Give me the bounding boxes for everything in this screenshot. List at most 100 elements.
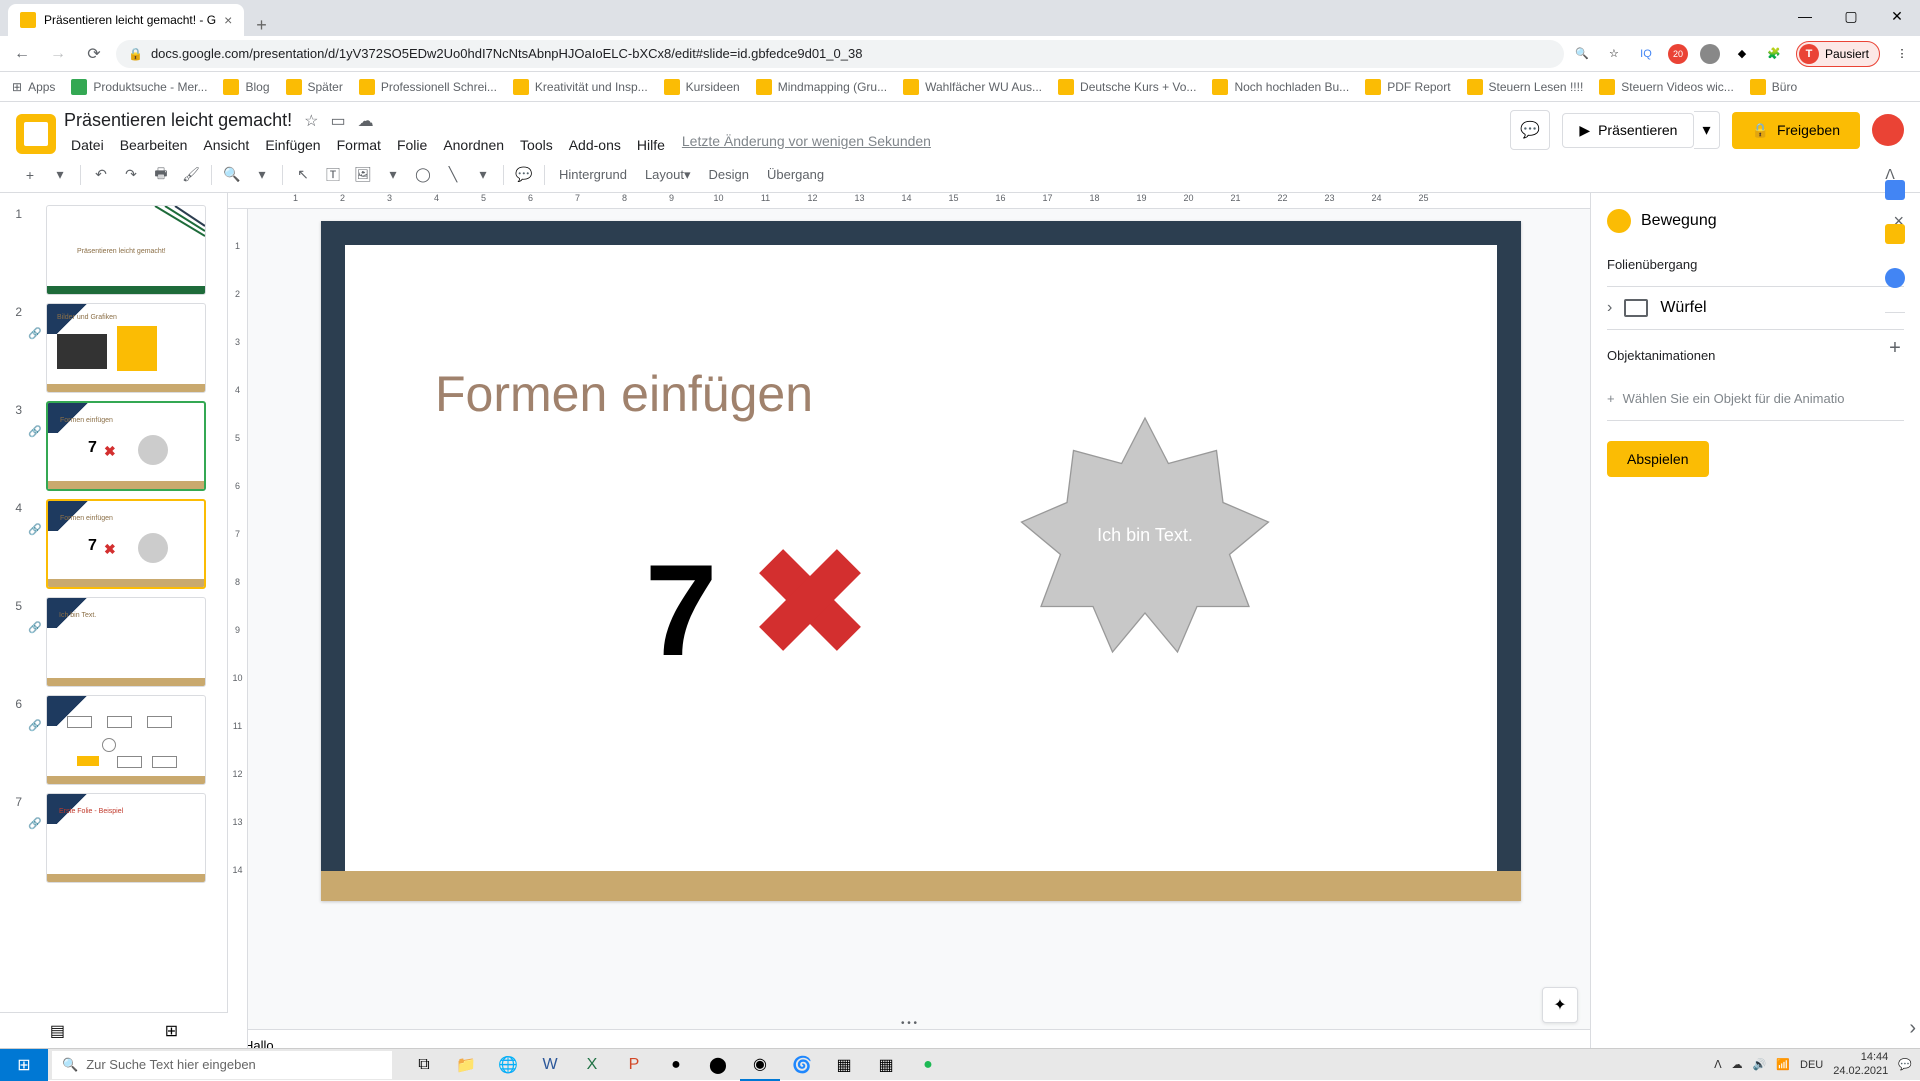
bookmark-item[interactable]: Kursideen — [664, 79, 740, 95]
slide-canvas[interactable]: Formen einfügen 7 Ich bin Text. — [321, 221, 1521, 901]
print-button[interactable]: 🖶 — [147, 161, 175, 189]
red-cross-shape[interactable] — [765, 555, 855, 645]
slides-logo[interactable] — [16, 114, 56, 154]
menu-bearbeiten[interactable]: Bearbeiten — [113, 133, 195, 157]
chrome-icon[interactable]: ◉ — [740, 1049, 780, 1081]
present-button[interactable]: ▶ Präsentieren — [1562, 113, 1694, 148]
slide-thumbnail-4[interactable]: 4 🔗 Formen einfügen 7 ✖ — [0, 495, 227, 593]
zoom-button[interactable]: 🔍 — [218, 161, 246, 189]
comments-button[interactable]: 💬 — [1510, 110, 1550, 150]
image-tool[interactable]: 🖼 — [349, 161, 377, 189]
menu-hilfe[interactable]: Hilfe — [630, 133, 672, 157]
share-button[interactable]: 🔒 Freigeben — [1732, 112, 1860, 149]
star-icon[interactable]: ☆ — [304, 111, 318, 131]
slide-thumbnail-7[interactable]: 7 🔗 Erste Folie - Beispiel — [0, 789, 227, 887]
menu-anordnen[interactable]: Anordnen — [436, 133, 511, 157]
bookmark-item[interactable]: Steuern Videos wic... — [1599, 79, 1734, 95]
play-button[interactable]: Abspielen — [1607, 441, 1709, 477]
extension-icon-2[interactable]: 20 — [1668, 44, 1688, 64]
extension-icon-4[interactable]: ◆ — [1732, 44, 1752, 64]
slide-thumbnail-1[interactable]: 1 Präsentieren leicht gemacht! — [0, 201, 227, 299]
slide-thumbnail-2[interactable]: 2 🔗 Bilder und Grafiken — [0, 299, 227, 397]
bookmark-item[interactable]: Noch hochladen Bu... — [1212, 79, 1349, 95]
menu-einfuegen[interactable]: Einfügen — [258, 133, 327, 157]
line-tool[interactable]: ╲ — [439, 161, 467, 189]
menu-tools[interactable]: Tools — [513, 133, 560, 157]
minimize-icon[interactable]: — — [1782, 0, 1828, 32]
slide-heading[interactable]: Formen einfügen — [435, 365, 813, 423]
transition-row[interactable]: › Würfel — [1607, 286, 1904, 330]
address-bar[interactable]: 🔒 docs.google.com/presentation/d/1yV372S… — [116, 40, 1564, 68]
bookmark-item[interactable]: Später — [286, 79, 343, 95]
bookmark-item[interactable]: Steuern Lesen !!!! — [1467, 79, 1584, 95]
cloud-icon[interactable]: ☁ — [358, 111, 374, 131]
add-addon-icon[interactable]: + — [1885, 337, 1905, 357]
bookmark-item[interactable]: Blog — [223, 79, 269, 95]
last-edit-link[interactable]: Letzte Änderung vor wenigen Sekunden — [682, 133, 931, 157]
network-icon[interactable]: 📶 — [1776, 1058, 1790, 1071]
clock[interactable]: 14:44 24.02.2021 — [1833, 1051, 1888, 1077]
keep-icon[interactable] — [1885, 224, 1905, 244]
bookmark-item[interactable]: Deutsche Kurs + Vo... — [1058, 79, 1196, 95]
bookmark-item[interactable]: Büro — [1750, 79, 1797, 95]
transition-button[interactable]: Übergang — [759, 161, 832, 189]
move-icon[interactable]: ▭ — [330, 111, 345, 131]
app-icon-2[interactable]: ▦ — [824, 1049, 864, 1081]
grid-view-icon[interactable]: ⊞ — [165, 1021, 178, 1041]
maximize-icon[interactable]: ▢ — [1828, 0, 1874, 32]
app-icon[interactable]: ● — [656, 1049, 696, 1081]
paint-format-button[interactable]: 🖌 — [177, 161, 205, 189]
redo-button[interactable]: ↷ — [117, 161, 145, 189]
zoom-icon[interactable]: 🔍 — [1572, 44, 1592, 64]
filmstrip-view-icon[interactable]: ▤ — [50, 1021, 65, 1041]
profile-badge[interactable]: T Pausiert — [1796, 41, 1880, 67]
bookmark-item[interactable]: Kreativität und Insp... — [513, 79, 648, 95]
extension-icon-3[interactable] — [1700, 44, 1720, 64]
tasks-icon[interactable] — [1885, 268, 1905, 288]
shape-tool[interactable]: ◯ — [409, 161, 437, 189]
background-button[interactable]: Hintergrund — [551, 161, 635, 189]
search-box[interactable]: 🔍 Zur Suche Text hier eingeben — [52, 1051, 392, 1079]
volume-icon[interactable]: 🔊 — [1753, 1058, 1767, 1071]
new-slide-button[interactable]: + — [16, 161, 44, 189]
explorer-icon[interactable]: 📁 — [446, 1049, 486, 1081]
bookmark-item[interactable]: Produktsuche - Mer... — [71, 79, 207, 95]
obs-icon[interactable]: ⬤ — [698, 1049, 738, 1081]
slide-thumbnail-5[interactable]: 5 🔗 Ich bin Text. — [0, 593, 227, 691]
apps-button[interactable]: ⊞Apps — [12, 80, 55, 94]
menu-format[interactable]: Format — [330, 133, 388, 157]
back-button[interactable]: ← — [8, 40, 36, 68]
zoom-dropdown[interactable]: ▾ — [248, 161, 276, 189]
word-icon[interactable]: W — [530, 1049, 570, 1081]
document-title[interactable]: Präsentieren leicht gemacht! — [64, 110, 292, 131]
select-tool[interactable]: ↖ — [289, 161, 317, 189]
star-shape[interactable]: Ich bin Text. — [1015, 405, 1275, 665]
line-dropdown[interactable]: ▾ — [469, 161, 497, 189]
textbox-tool[interactable]: 🅃 — [319, 161, 347, 189]
app-icon-3[interactable]: ▦ — [866, 1049, 906, 1081]
undo-button[interactable]: ↶ — [87, 161, 115, 189]
next-slide-icon[interactable]: › — [1909, 1017, 1916, 1040]
close-window-icon[interactable]: ✕ — [1874, 0, 1920, 32]
browser-tab[interactable]: Präsentieren leicht gemacht! - G × — [8, 4, 244, 36]
bookmark-item[interactable]: Mindmapping (Gru... — [756, 79, 887, 95]
design-button[interactable]: Design — [701, 161, 757, 189]
extension-icon[interactable]: IQ — [1636, 44, 1656, 64]
menu-datei[interactable]: Datei — [64, 133, 111, 157]
new-tab-button[interactable]: + — [244, 15, 279, 36]
bookmark-item[interactable]: PDF Report — [1365, 79, 1450, 95]
layout-button[interactable]: Layout ▾ — [637, 161, 699, 189]
menu-addons[interactable]: Add-ons — [562, 133, 628, 157]
forward-button[interactable]: → — [44, 40, 72, 68]
edge2-icon[interactable]: 🌀 — [782, 1049, 822, 1081]
task-view-icon[interactable]: ⧉ — [404, 1049, 444, 1081]
slide-panel[interactable]: 1 Präsentieren leicht gemacht! 2 🔗 Bilde… — [0, 193, 228, 1067]
excel-icon[interactable]: X — [572, 1049, 612, 1081]
star-icon[interactable]: ☆ — [1604, 44, 1624, 64]
slide-thumbnail-6[interactable]: 6 🔗 — [0, 691, 227, 789]
image-dropdown[interactable]: ▾ — [379, 161, 407, 189]
close-tab-icon[interactable]: × — [224, 12, 232, 28]
extensions-menu-icon[interactable]: 🧩 — [1764, 44, 1784, 64]
bookmark-item[interactable]: Wahlfächer WU Aus... — [903, 79, 1042, 95]
powerpoint-icon[interactable]: P — [614, 1049, 654, 1081]
